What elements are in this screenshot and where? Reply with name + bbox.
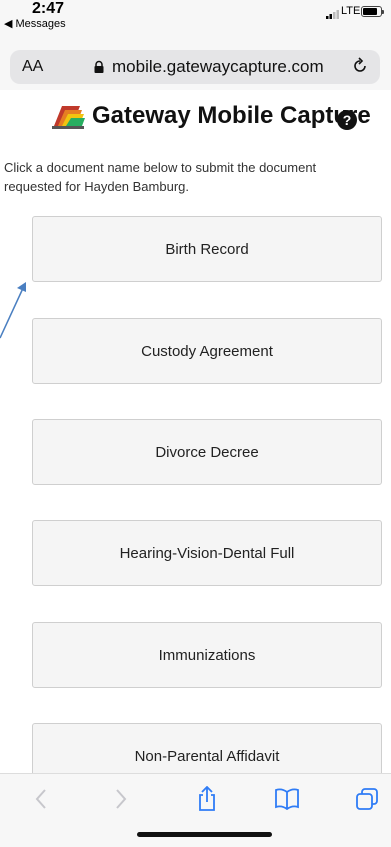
forward-icon[interactable]	[106, 786, 136, 812]
document-label: Non-Parental Affidavit	[134, 747, 280, 765]
bookmarks-icon[interactable]	[272, 786, 302, 812]
page-header: Gateway Mobile Capture ?	[0, 92, 391, 152]
annotation-arrow-icon	[0, 282, 26, 339]
document-button-immunizations[interactable]: Immunizations	[32, 622, 382, 688]
instructions-text: Click a document name below to submit th…	[4, 160, 317, 194]
tabs-icon[interactable]	[352, 786, 382, 812]
page-title: Gateway Mobile Capture	[92, 102, 371, 129]
help-icon[interactable]: ?	[336, 109, 358, 131]
lock-icon	[94, 60, 104, 73]
document-label: Immunizations	[158, 646, 256, 664]
document-label: Birth Record	[165, 240, 249, 258]
url-text: mobile.gatewaycapture.com	[112, 57, 324, 76]
clock: 2:47	[32, 0, 65, 17]
document-label: Hearing-Vision-Dental Full	[119, 544, 295, 562]
document-button-custody-agreement[interactable]: Custody Agreement	[32, 318, 382, 384]
gateway-logo-icon	[52, 106, 85, 129]
text-size-button[interactable]: AA	[22, 58, 43, 76]
document-label: Divorce Decree	[155, 443, 259, 461]
back-icon[interactable]	[26, 786, 56, 812]
battery-icon	[361, 6, 384, 17]
svg-text:?: ?	[343, 112, 352, 128]
network-type: LTE	[341, 5, 361, 17]
back-to-messages-link[interactable]: ◀ Messages	[4, 17, 66, 30]
document-label: Custody Agreement	[141, 342, 273, 360]
home-indicator[interactable]	[137, 832, 272, 837]
status-bar: 2:47 ◀ Messages LTE	[0, 0, 391, 30]
document-button-divorce-decree[interactable]: Divorce Decree	[32, 419, 382, 485]
address-bar[interactable]: AA mobile.gatewaycapture.com	[10, 50, 380, 84]
browser-chrome: AA mobile.gatewaycapture.com	[0, 30, 391, 90]
document-button-birth-record[interactable]: Birth Record	[32, 216, 382, 282]
document-button-hearing-vision-dental[interactable]: Hearing-Vision-Dental Full	[32, 520, 382, 586]
share-icon[interactable]	[192, 786, 222, 812]
signal-icon	[326, 10, 339, 19]
text-size-label: AA	[22, 58, 44, 75]
reload-icon[interactable]	[350, 56, 370, 76]
